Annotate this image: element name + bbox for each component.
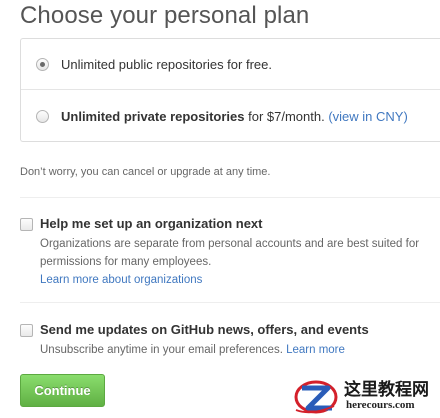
plan-selector: Unlimited public repositories for free. … xyxy=(20,38,440,142)
watermark-url: herecours.com xyxy=(346,399,415,411)
updates-desc-text: Unsubscribe anytime in your email prefer… xyxy=(40,344,287,356)
learn-more-link[interactable]: Learn more xyxy=(286,344,345,356)
divider xyxy=(20,302,440,303)
plan-private-price: for $7/month. xyxy=(244,108,329,124)
plan-option-free[interactable]: Unlimited public repositories for free. xyxy=(21,39,440,90)
continue-button[interactable]: Continue xyxy=(20,374,105,407)
page-title: Choose your personal plan xyxy=(20,2,310,29)
watermark-site-name: 这里教程网 xyxy=(344,380,429,400)
plan-option-private[interactable]: Unlimited private repositories for $7/mo… xyxy=(21,91,440,141)
updates-checkbox[interactable] xyxy=(20,324,33,337)
cancel-note: Don’t worry, you can cancel or upgrade a… xyxy=(20,166,271,178)
watermark-logo-icon xyxy=(294,380,338,414)
organization-desc-line2: permissions for many employees. xyxy=(40,256,212,268)
plan-private-name: Unlimited private repositories xyxy=(61,108,245,124)
plan-free-label: Unlimited public repositories for free. xyxy=(61,56,272,72)
choose-plan-page: Choose your personal plan Unlimited publ… xyxy=(0,0,440,418)
organization-checkbox[interactable] xyxy=(20,218,33,231)
updates-desc: Unsubscribe anytime in your email prefer… xyxy=(40,341,345,359)
organization-desc-line1: Organizations are separate from personal… xyxy=(40,238,420,250)
organization-option: Help me set up an organization next Orga… xyxy=(20,216,440,292)
updates-option-title[interactable]: Send me updates on GitHub news, offers, … xyxy=(40,322,369,337)
updates-option: Send me updates on GitHub news, offers, … xyxy=(20,322,440,362)
learn-more-organizations-link[interactable]: Learn more about organizations xyxy=(40,271,202,289)
view-in-cny-link[interactable]: (view in CNY) xyxy=(328,109,407,124)
organization-option-title[interactable]: Help me set up an organization next xyxy=(40,216,262,231)
plan-private-label: Unlimited private repositories for $7/mo… xyxy=(61,109,408,124)
plan-private-radio[interactable] xyxy=(36,109,49,123)
plan-free-radio[interactable] xyxy=(36,57,49,71)
divider xyxy=(20,197,440,198)
watermark: 这里教程网 herecours.com xyxy=(290,372,440,418)
